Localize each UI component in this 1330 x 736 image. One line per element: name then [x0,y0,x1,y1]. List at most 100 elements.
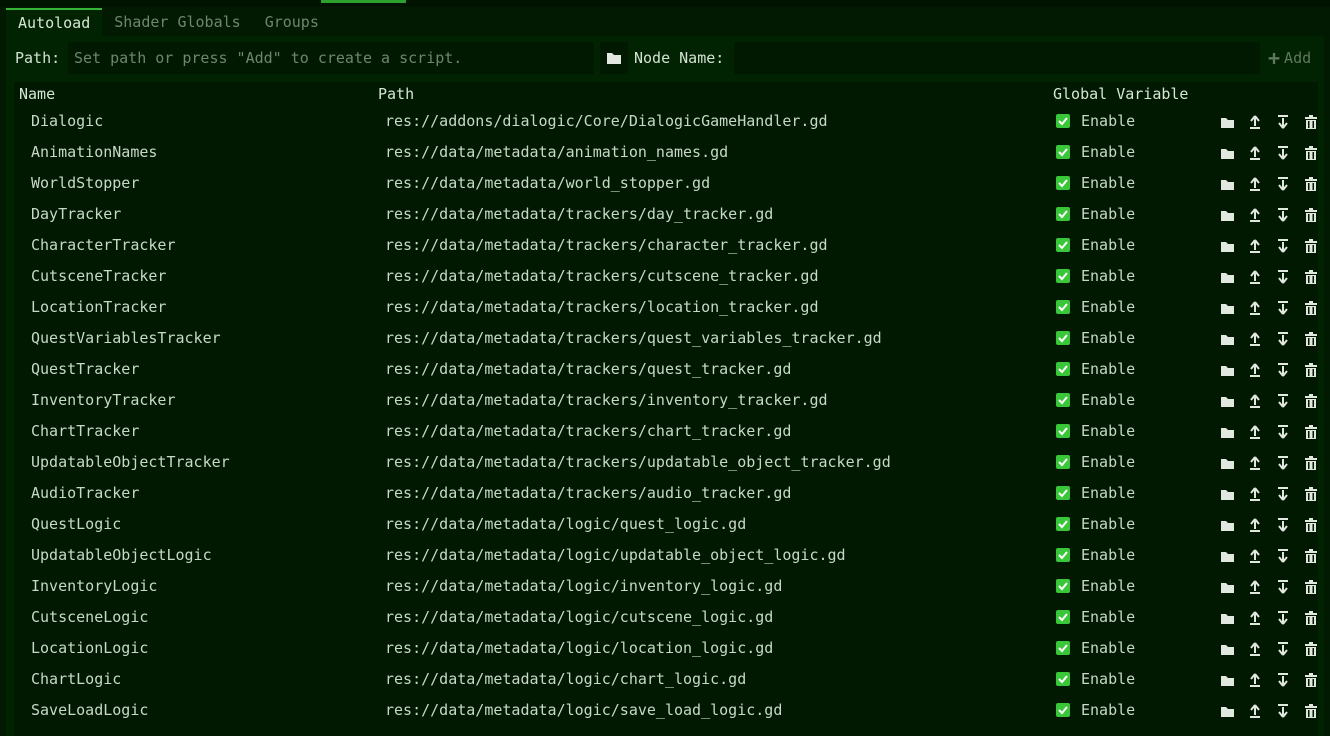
table-row[interactable]: QuestVariablesTracker res://data/metadat… [14,323,1318,354]
table-row[interactable]: UpdatableObjectLogic res://data/metadata… [14,540,1318,571]
move-down-button[interactable] [1269,298,1297,318]
move-up-button[interactable] [1241,174,1269,194]
move-up-button[interactable] [1241,422,1269,442]
move-down-button[interactable] [1269,639,1297,659]
table-row[interactable]: SaveLoadLogic res://data/metadata/logic/… [14,695,1318,726]
move-up-button[interactable] [1241,608,1269,628]
move-up-button[interactable] [1241,329,1269,349]
move-up-button[interactable] [1241,298,1269,318]
delete-button[interactable] [1297,267,1325,287]
move-up-button[interactable] [1241,205,1269,225]
browse-folder-button[interactable] [600,42,628,74]
delete-button[interactable] [1297,577,1325,597]
move-up-button[interactable] [1241,360,1269,380]
delete-button[interactable] [1297,670,1325,690]
global-variable-checkbox[interactable] [1056,238,1070,252]
move-up-button[interactable] [1241,391,1269,411]
move-down-button[interactable] [1269,143,1297,163]
global-variable-checkbox[interactable] [1056,703,1070,717]
table-row[interactable]: DayTracker res://data/metadata/trackers/… [14,199,1318,230]
move-down-button[interactable] [1269,174,1297,194]
move-up-button[interactable] [1241,236,1269,256]
move-up-button[interactable] [1241,577,1269,597]
delete-button[interactable] [1297,360,1325,380]
move-up-button[interactable] [1241,670,1269,690]
move-down-button[interactable] [1269,546,1297,566]
open-folder-button[interactable] [1213,205,1241,225]
open-folder-button[interactable] [1213,422,1241,442]
table-row[interactable]: WorldStopper res://data/metadata/world_s… [14,168,1318,199]
delete-button[interactable] [1297,701,1325,721]
move-down-button[interactable] [1269,422,1297,442]
move-up-button[interactable] [1241,546,1269,566]
move-down-button[interactable] [1269,701,1297,721]
open-folder-button[interactable] [1213,112,1241,132]
table-row[interactable]: Dialogic res://addons/dialogic/Core/Dial… [14,106,1318,137]
table-row[interactable]: QuestLogic res://data/metadata/logic/que… [14,509,1318,540]
delete-button[interactable] [1297,422,1325,442]
move-down-button[interactable] [1269,608,1297,628]
global-variable-checkbox[interactable] [1056,641,1070,655]
open-folder-button[interactable] [1213,267,1241,287]
move-up-button[interactable] [1241,515,1269,535]
table-row[interactable]: CutsceneTracker res://data/metadata/trac… [14,261,1318,292]
move-up-button[interactable] [1241,112,1269,132]
delete-button[interactable] [1297,298,1325,318]
open-folder-button[interactable] [1213,298,1241,318]
open-folder-button[interactable] [1213,174,1241,194]
global-variable-checkbox[interactable] [1056,176,1070,190]
open-folder-button[interactable] [1213,546,1241,566]
global-variable-checkbox[interactable] [1056,579,1070,593]
tab-groups[interactable]: Groups [253,8,331,36]
move-down-button[interactable] [1269,360,1297,380]
delete-button[interactable] [1297,391,1325,411]
table-row[interactable]: CutsceneLogic res://data/metadata/logic/… [14,602,1318,633]
open-folder-button[interactable] [1213,143,1241,163]
open-folder-button[interactable] [1213,639,1241,659]
delete-button[interactable] [1297,236,1325,256]
move-down-button[interactable] [1269,236,1297,256]
delete-button[interactable] [1297,546,1325,566]
table-row[interactable]: CharacterTracker res://data/metadata/tra… [14,230,1318,261]
move-down-button[interactable] [1269,205,1297,225]
open-folder-button[interactable] [1213,391,1241,411]
delete-button[interactable] [1297,515,1325,535]
table-row[interactable]: QuestTracker res://data/metadata/tracker… [14,354,1318,385]
move-up-button[interactable] [1241,453,1269,473]
move-up-button[interactable] [1241,143,1269,163]
delete-button[interactable] [1297,205,1325,225]
global-variable-checkbox[interactable] [1056,548,1070,562]
table-row[interactable]: AudioTracker res://data/metadata/tracker… [14,478,1318,509]
tab-autoload[interactable]: Autoload [6,8,103,38]
global-variable-checkbox[interactable] [1056,610,1070,624]
add-button[interactable]: + Add [1268,42,1324,74]
open-folder-button[interactable] [1213,515,1241,535]
move-down-button[interactable] [1269,484,1297,504]
open-folder-button[interactable] [1213,484,1241,504]
global-variable-checkbox[interactable] [1056,114,1070,128]
tab-shader-globals[interactable]: Shader Globals [102,8,252,36]
table-row[interactable]: InventoryTracker res://data/metadata/tra… [14,385,1318,416]
global-variable-checkbox[interactable] [1056,207,1070,221]
global-variable-checkbox[interactable] [1056,145,1070,159]
table-row[interactable]: AnimationNames res://data/metadata/anima… [14,137,1318,168]
global-variable-checkbox[interactable] [1056,393,1070,407]
global-variable-checkbox[interactable] [1056,424,1070,438]
move-down-button[interactable] [1269,577,1297,597]
global-variable-checkbox[interactable] [1056,672,1070,686]
global-variable-checkbox[interactable] [1056,300,1070,314]
global-variable-checkbox[interactable] [1056,517,1070,531]
move-down-button[interactable] [1269,515,1297,535]
delete-button[interactable] [1297,484,1325,504]
open-folder-button[interactable] [1213,329,1241,349]
table-row[interactable]: ChartTracker res://data/metadata/tracker… [14,416,1318,447]
table-row[interactable]: UpdatableObjectTracker res://data/metada… [14,447,1318,478]
open-folder-button[interactable] [1213,236,1241,256]
table-row[interactable]: InventoryLogic res://data/metadata/logic… [14,571,1318,602]
delete-button[interactable] [1297,143,1325,163]
move-down-button[interactable] [1269,267,1297,287]
open-folder-button[interactable] [1213,577,1241,597]
table-row[interactable]: LocationLogic res://data/metadata/logic/… [14,633,1318,664]
move-down-button[interactable] [1269,112,1297,132]
global-variable-checkbox[interactable] [1056,362,1070,376]
